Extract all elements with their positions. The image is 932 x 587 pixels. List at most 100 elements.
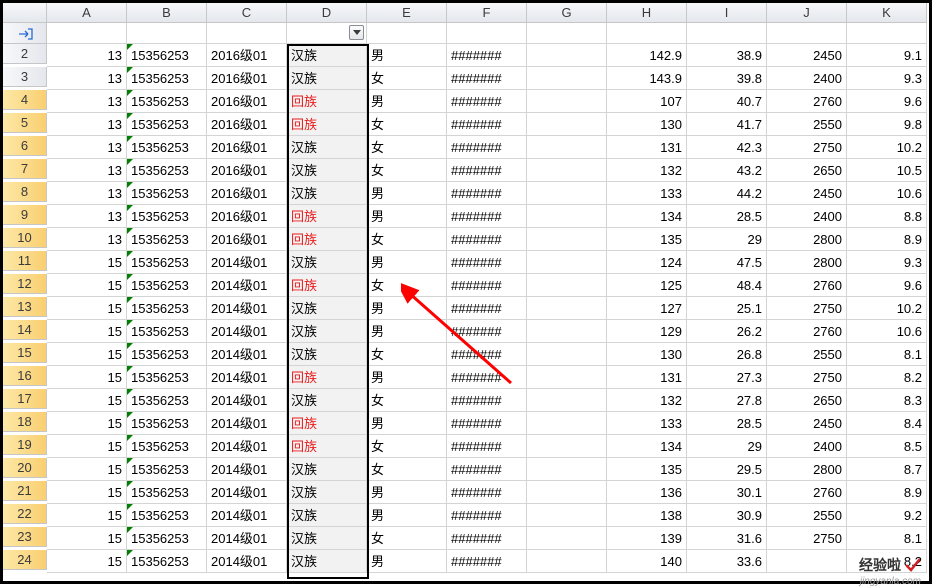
cell-F10[interactable]: ####### bbox=[447, 228, 527, 251]
cell-C14[interactable]: 2014级01 bbox=[207, 320, 287, 343]
cell-C19[interactable]: 2014级01 bbox=[207, 435, 287, 458]
cell-J20[interactable]: 2800 bbox=[767, 458, 847, 481]
cell-J11[interactable]: 2800 bbox=[767, 251, 847, 274]
col-header-A[interactable]: A bbox=[47, 3, 127, 23]
cell-K9[interactable]: 8.8 bbox=[847, 205, 927, 228]
cell-B11[interactable]: 15356253 bbox=[127, 251, 207, 274]
cell-E8[interactable]: 男 bbox=[367, 182, 447, 205]
cell-I12[interactable]: 48.4 bbox=[687, 274, 767, 297]
row-header-18[interactable]: 18 bbox=[3, 412, 47, 432]
row-header-16[interactable]: 16 bbox=[3, 366, 47, 386]
cell-B15[interactable]: 15356253 bbox=[127, 343, 207, 366]
cell-B22[interactable]: 15356253 bbox=[127, 504, 207, 527]
cell-I6[interactable]: 42.3 bbox=[687, 136, 767, 159]
cell-B8[interactable]: 15356253 bbox=[127, 182, 207, 205]
cell-I23[interactable]: 31.6 bbox=[687, 527, 767, 550]
cell-F12[interactable]: ####### bbox=[447, 274, 527, 297]
cell-G20[interactable] bbox=[527, 458, 607, 481]
cell-J14[interactable]: 2760 bbox=[767, 320, 847, 343]
cell-C11[interactable]: 2014级01 bbox=[207, 251, 287, 274]
cell-F17[interactable]: ####### bbox=[447, 389, 527, 412]
row-header-11[interactable]: 11 bbox=[3, 251, 47, 271]
cell-A11[interactable]: 15 bbox=[47, 251, 127, 274]
cell-H18[interactable]: 133 bbox=[607, 412, 687, 435]
cell-A10[interactable]: 13 bbox=[47, 228, 127, 251]
cell-K18[interactable]: 8.4 bbox=[847, 412, 927, 435]
cell-B19[interactable]: 15356253 bbox=[127, 435, 207, 458]
cell-D20[interactable]: 汉族 bbox=[287, 458, 367, 481]
cell-J24[interactable] bbox=[767, 550, 847, 573]
cell-J21[interactable]: 2760 bbox=[767, 481, 847, 504]
cell-H24[interactable]: 140 bbox=[607, 550, 687, 573]
row-header-22[interactable]: 22 bbox=[3, 504, 47, 524]
row-header-3[interactable]: 3 bbox=[3, 67, 47, 87]
cell-A12[interactable]: 15 bbox=[47, 274, 127, 297]
cell-E15[interactable]: 女 bbox=[367, 343, 447, 366]
cell-K6[interactable]: 10.2 bbox=[847, 136, 927, 159]
cell-B24[interactable]: 15356253 bbox=[127, 550, 207, 573]
cell-E17[interactable]: 女 bbox=[367, 389, 447, 412]
cell-E23[interactable]: 女 bbox=[367, 527, 447, 550]
cell-D16[interactable]: 回族 bbox=[287, 366, 367, 389]
cell-A17[interactable]: 15 bbox=[47, 389, 127, 412]
row-header-5[interactable]: 5 bbox=[3, 113, 47, 133]
cell-E7[interactable]: 女 bbox=[367, 159, 447, 182]
cell-F24[interactable]: ####### bbox=[447, 550, 527, 573]
cell-E6[interactable]: 女 bbox=[367, 136, 447, 159]
row-header-23[interactable]: 23 bbox=[3, 527, 47, 547]
cell-F21[interactable]: ####### bbox=[447, 481, 527, 504]
cell-E19[interactable]: 女 bbox=[367, 435, 447, 458]
cell-E11[interactable]: 男 bbox=[367, 251, 447, 274]
cell-G7[interactable] bbox=[527, 159, 607, 182]
cell-D3[interactable]: 汉族 bbox=[287, 67, 367, 90]
cell-D11[interactable]: 汉族 bbox=[287, 251, 367, 274]
cell-J17[interactable]: 2650 bbox=[767, 389, 847, 412]
cell-I5[interactable]: 41.7 bbox=[687, 113, 767, 136]
row-header-2[interactable]: 2 bbox=[3, 44, 47, 64]
col-header-F[interactable]: F bbox=[447, 3, 527, 23]
cell-I24[interactable]: 33.6 bbox=[687, 550, 767, 573]
cell-A18[interactable]: 15 bbox=[47, 412, 127, 435]
cell-E10[interactable]: 女 bbox=[367, 228, 447, 251]
cell-G6[interactable] bbox=[527, 136, 607, 159]
cell-D24[interactable]: 汉族 bbox=[287, 550, 367, 573]
cell-F2[interactable]: ####### bbox=[447, 44, 527, 67]
cell-F22[interactable]: ####### bbox=[447, 504, 527, 527]
cell-D18[interactable]: 回族 bbox=[287, 412, 367, 435]
cell-E18[interactable]: 男 bbox=[367, 412, 447, 435]
cell-F14[interactable]: ####### bbox=[447, 320, 527, 343]
row-header-10[interactable]: 10 bbox=[3, 228, 47, 248]
cell-C18[interactable]: 2014级01 bbox=[207, 412, 287, 435]
cell-K19[interactable]: 8.5 bbox=[847, 435, 927, 458]
cell-C4[interactable]: 2016级01 bbox=[207, 90, 287, 113]
cell-I7[interactable]: 43.2 bbox=[687, 159, 767, 182]
cell-H6[interactable]: 131 bbox=[607, 136, 687, 159]
col-header-D[interactable]: D bbox=[287, 3, 367, 23]
cell-F23[interactable]: ####### bbox=[447, 527, 527, 550]
col-header-E[interactable]: E bbox=[367, 3, 447, 23]
col-header-H[interactable]: H bbox=[607, 3, 687, 23]
cell-D13[interactable]: 汉族 bbox=[287, 297, 367, 320]
col-header-B[interactable]: B bbox=[127, 3, 207, 23]
cell-K13[interactable]: 10.2 bbox=[847, 297, 927, 320]
cell-F8[interactable]: ####### bbox=[447, 182, 527, 205]
cell-F19[interactable]: ####### bbox=[447, 435, 527, 458]
cell-H16[interactable]: 131 bbox=[607, 366, 687, 389]
cell-A13[interactable]: 15 bbox=[47, 297, 127, 320]
cell-B2[interactable]: 15356253 bbox=[127, 44, 207, 67]
cell-C16[interactable]: 2014级01 bbox=[207, 366, 287, 389]
filter-dropdown-button[interactable] bbox=[349, 25, 364, 40]
cell-B7[interactable]: 15356253 bbox=[127, 159, 207, 182]
cell-E2[interactable]: 男 bbox=[367, 44, 447, 67]
cell-B14[interactable]: 15356253 bbox=[127, 320, 207, 343]
cell-F4[interactable]: ####### bbox=[447, 90, 527, 113]
cell-K11[interactable]: 9.3 bbox=[847, 251, 927, 274]
cell-H10[interactable]: 135 bbox=[607, 228, 687, 251]
cell-E9[interactable]: 男 bbox=[367, 205, 447, 228]
cell-D5[interactable]: 回族 bbox=[287, 113, 367, 136]
cell-H17[interactable]: 132 bbox=[607, 389, 687, 412]
cell-G11[interactable] bbox=[527, 251, 607, 274]
cell-D7[interactable]: 汉族 bbox=[287, 159, 367, 182]
cell-F20[interactable]: ####### bbox=[447, 458, 527, 481]
cell-F9[interactable]: ####### bbox=[447, 205, 527, 228]
